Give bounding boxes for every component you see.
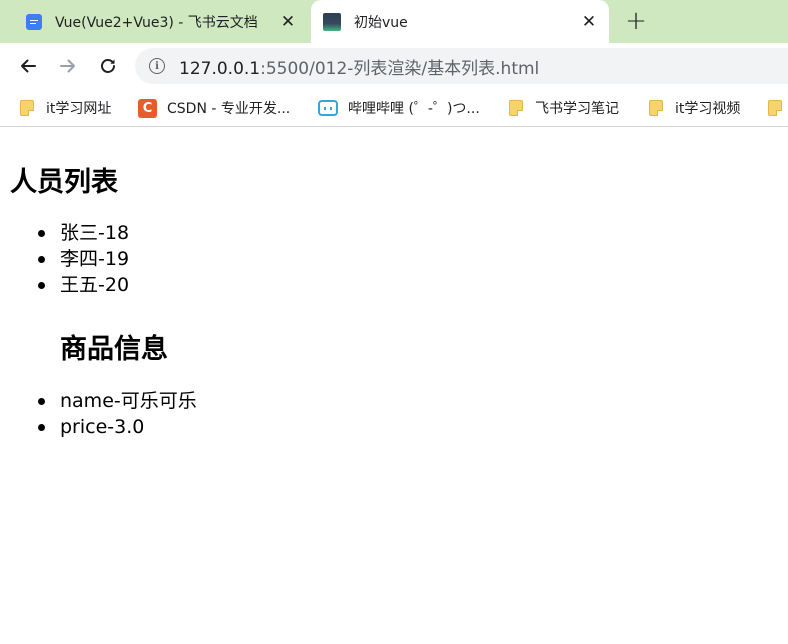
close-icon[interactable]: ✕ (274, 8, 302, 36)
goods-list: name-可乐可乐 price-3.0 (38, 388, 197, 440)
bilibili-icon (318, 100, 338, 116)
folder-icon (649, 100, 663, 116)
tab-title: 初始vue (354, 14, 408, 31)
tab-initial-vue[interactable]: 初始vue ✕ (311, 0, 609, 43)
back-button[interactable] (13, 51, 43, 81)
bookmark-label: 哔哩哔哩 (゜-゜)つ... (348, 101, 480, 117)
bookmark-feishu-notes[interactable]: 飞书学习笔记 (509, 97, 619, 119)
bookmark-bilibili[interactable]: 哔哩哔哩 (゜-゜)つ... (318, 97, 480, 119)
url-text[interactable]: 127.0.0.1:5500/012-列表渲染/基本列表.html (179, 54, 539, 79)
document-icon (26, 13, 42, 30)
tab-title: Vue(Vue2+Vue3) - 飞书云文档 (55, 14, 258, 31)
folder-icon (509, 100, 523, 116)
page-content: 人员列表 张三-18 李四-19 王五-20 商品信息 name-可乐可乐 pr… (0, 128, 788, 644)
folder-icon (20, 100, 34, 116)
reload-button[interactable] (93, 51, 123, 81)
bookmark-csdn[interactable]: C CSDN - 专业开发... (138, 97, 290, 119)
url-host: 127.0.0.1 (179, 58, 261, 79)
new-tab-button[interactable]: + (622, 6, 650, 36)
url-path: :5500/012-列表渲染/基本列表.html (260, 58, 540, 79)
reload-icon (101, 59, 115, 73)
arrow-right-icon (60, 59, 75, 73)
bookmark-it-study-videos[interactable]: it学习视频 (649, 97, 740, 119)
bookmark-label: it学习网址 (46, 101, 112, 117)
csdn-icon: C (138, 98, 157, 118)
vue-favicon-icon (323, 12, 341, 31)
persons-heading: 人员列表 (10, 167, 118, 198)
bookmark-label: 飞书学习笔记 (535, 101, 619, 117)
list-item: 张三-18 (37, 222, 130, 244)
address-bar[interactable]: i 127.0.0.1:5500/012-列表渲染/基本列表.html (135, 48, 788, 84)
bookmark-overflow-folder[interactable] (768, 97, 788, 119)
browser-toolbar: i 127.0.0.1:5500/012-列表渲染/基本列表.html (0, 43, 788, 89)
list-item: 王五-20 (37, 274, 130, 296)
bookmark-label: CSDN - 专业开发... (167, 101, 291, 117)
arrow-left-icon (21, 59, 36, 73)
list-item: 李四-19 (37, 248, 130, 270)
forward-button[interactable] (53, 51, 83, 81)
bookmark-it-study-sites[interactable]: it学习网址 (20, 97, 111, 119)
tab-feishu-doc[interactable]: Vue(Vue2+Vue3) - 飞书云文档 ✕ (0, 0, 308, 43)
bookmarks-bar: it学习网址 C CSDN - 专业开发... 哔哩哔哩 (゜-゜)つ... 飞… (0, 89, 788, 127)
list-item: price-3.0 (38, 414, 197, 440)
info-icon[interactable]: i (149, 58, 165, 74)
close-icon[interactable]: ✕ (575, 8, 603, 36)
bookmark-label: it学习视频 (675, 101, 741, 117)
folder-icon (768, 100, 782, 116)
persons-list: 张三-18 李四-19 王五-20 (37, 220, 130, 298)
tab-strip: Vue(Vue2+Vue3) - 飞书云文档 ✕ 初始vue ✕ + (0, 0, 788, 43)
goods-heading: 商品信息 (60, 334, 168, 365)
list-item: name-可乐可乐 (38, 390, 197, 412)
